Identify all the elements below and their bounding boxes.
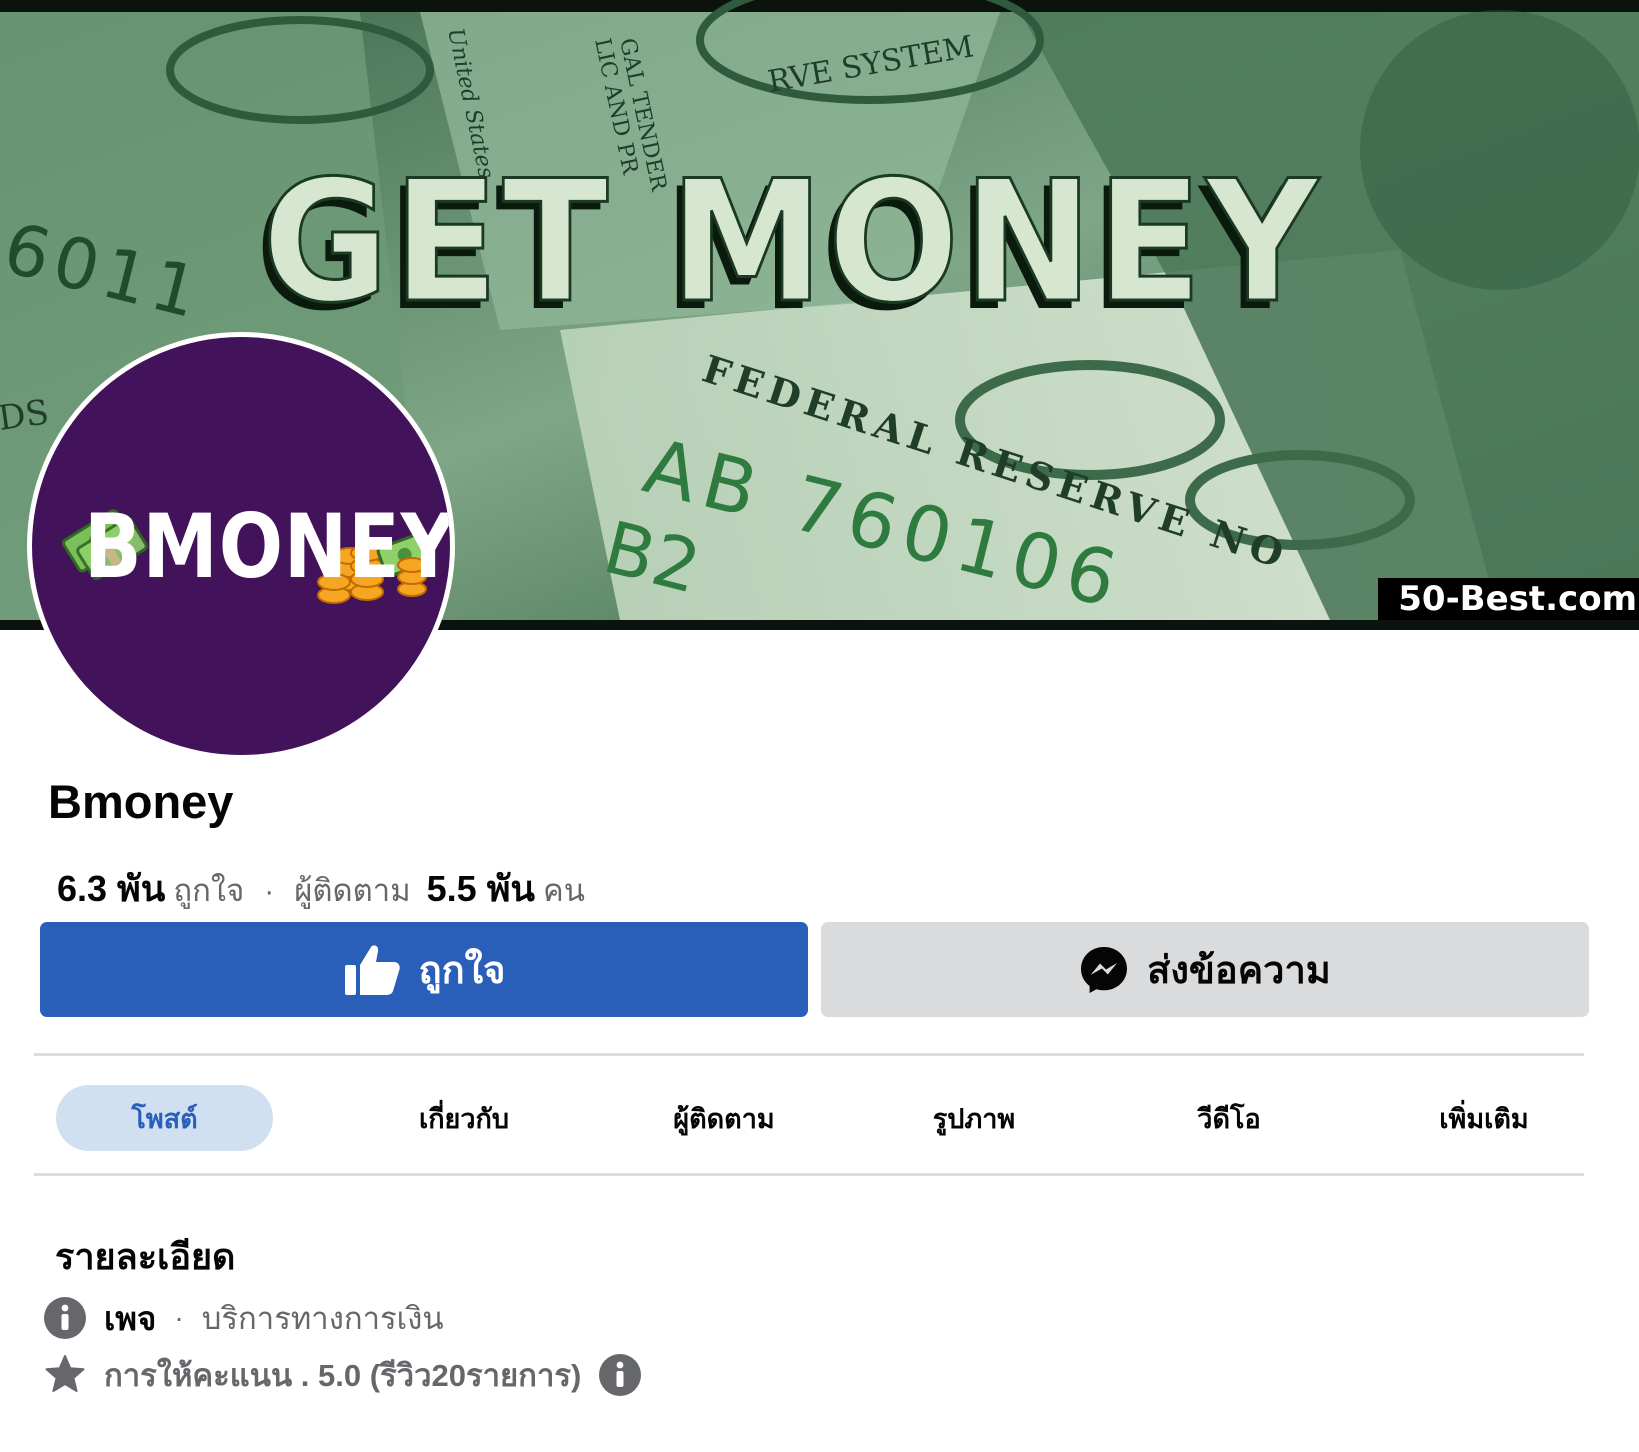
followers-count[interactable]: 5.5 พัน — [427, 860, 535, 917]
tab-videos[interactable]: วีดีโอ — [1144, 1085, 1314, 1151]
tab-posts[interactable]: โพสต์ — [56, 1085, 273, 1151]
tab-more[interactable]: เพิ่มเติม — [1394, 1085, 1574, 1151]
cover-headline: GET MONEY — [262, 144, 1322, 340]
detail-separator: · — [174, 1302, 184, 1333]
page-tabs: โพสต์ เกี่ยวกับ ผู้ติดตาม รูปภาพ วีดีโอ … — [34, 1085, 1584, 1153]
tab-about[interactable]: เกี่ยวกับ — [374, 1085, 554, 1151]
messenger-icon — [1081, 946, 1128, 993]
followers-label: ผู้ติดตาม — [294, 873, 411, 908]
detail-category[interactable]: เพจ — [104, 1292, 156, 1345]
detail-category-row: เพจ · บริการทางการเงิน — [44, 1295, 444, 1341]
like-button-label: ถูกใจ — [418, 950, 506, 992]
page-stats: 6.3 พัน ถูกใจ · ผู้ติดตาม 5.5 พัน คน — [57, 860, 585, 917]
details-heading: รายละเอียด — [55, 1236, 236, 1277]
detail-category-value: บริการทางการเงิน — [201, 1301, 444, 1336]
send-message-label: ส่งข้อความ — [1147, 950, 1331, 992]
detail-rating-row: การให้คะแนน . 5.0 (รีวิว20รายการ) — [44, 1352, 642, 1398]
stats-separator: · — [264, 875, 275, 908]
divider — [34, 1173, 1584, 1176]
cover-watermark: 50-Best.com — [1378, 578, 1639, 620]
info-icon[interactable] — [599, 1354, 642, 1396]
page-title: Bmoney — [48, 775, 234, 828]
divider — [34, 1053, 1584, 1056]
avatar-background: BMONEY — [32, 337, 450, 755]
like-button[interactable]: ถูกใจ — [40, 922, 808, 1017]
tab-photos[interactable]: รูปภาพ — [884, 1085, 1064, 1151]
send-message-button[interactable]: ส่งข้อความ — [821, 922, 1589, 1017]
followers-unit: คน — [543, 873, 585, 908]
star-icon — [45, 1355, 85, 1392]
thumbs-up-icon — [344, 944, 400, 995]
likes-count[interactable]: 6.3 พัน — [57, 860, 165, 917]
profile-avatar[interactable]: BMONEY — [27, 332, 455, 760]
avatar-logo-text: BMONEY — [84, 495, 450, 598]
info-icon — [44, 1297, 86, 1339]
tab-followers[interactable]: ผู้ติดตาม — [624, 1085, 824, 1151]
rating-text: การให้คะแนน . 5.0 (รีวิว20รายการ) — [104, 1358, 582, 1393]
likes-label: ถูกใจ — [173, 873, 245, 908]
